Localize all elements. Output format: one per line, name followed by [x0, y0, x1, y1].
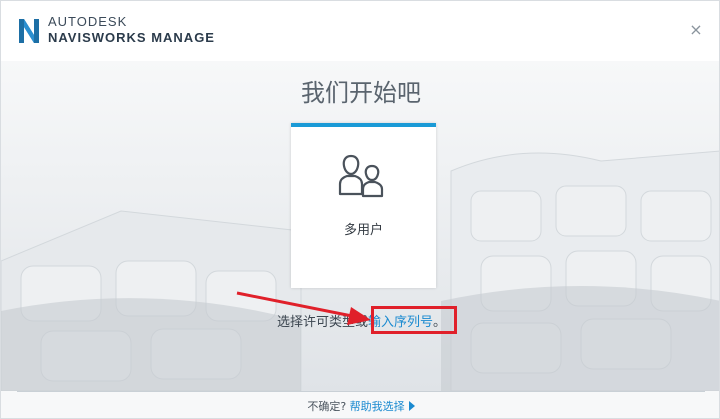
annotation-highlight-box — [371, 306, 457, 334]
navisworks-n-logo-icon — [19, 19, 39, 43]
card-label: 多用户 — [343, 223, 383, 238]
footer: 不确定? 帮助我选择 — [1, 398, 719, 414]
brand-product-name: NAVISWORKS MANAGE — [48, 30, 215, 45]
annotation-arrow — [236, 291, 371, 325]
help-me-choose-link[interactable]: 帮助我选择 — [350, 400, 415, 413]
play-arrow-icon — [408, 401, 415, 411]
brand-company-name: AUTODESK — [48, 14, 128, 29]
installer-window: AUTODESK NAVISWORKS MANAGE × 我们开始吧 多用户 选… — [0, 0, 720, 419]
header-bar: AUTODESK NAVISWORKS MANAGE × — [1, 1, 719, 61]
footer-divider — [17, 391, 705, 392]
close-icon[interactable]: × — [687, 21, 705, 39]
page-title: 我们开始吧 — [301, 79, 421, 107]
footer-question: 不确定? — [307, 400, 347, 413]
multi-user-icon — [338, 154, 384, 198]
multi-user-license-card[interactable]: 多用户 — [291, 123, 436, 288]
help-link-label: 帮助我选择 — [349, 400, 405, 413]
